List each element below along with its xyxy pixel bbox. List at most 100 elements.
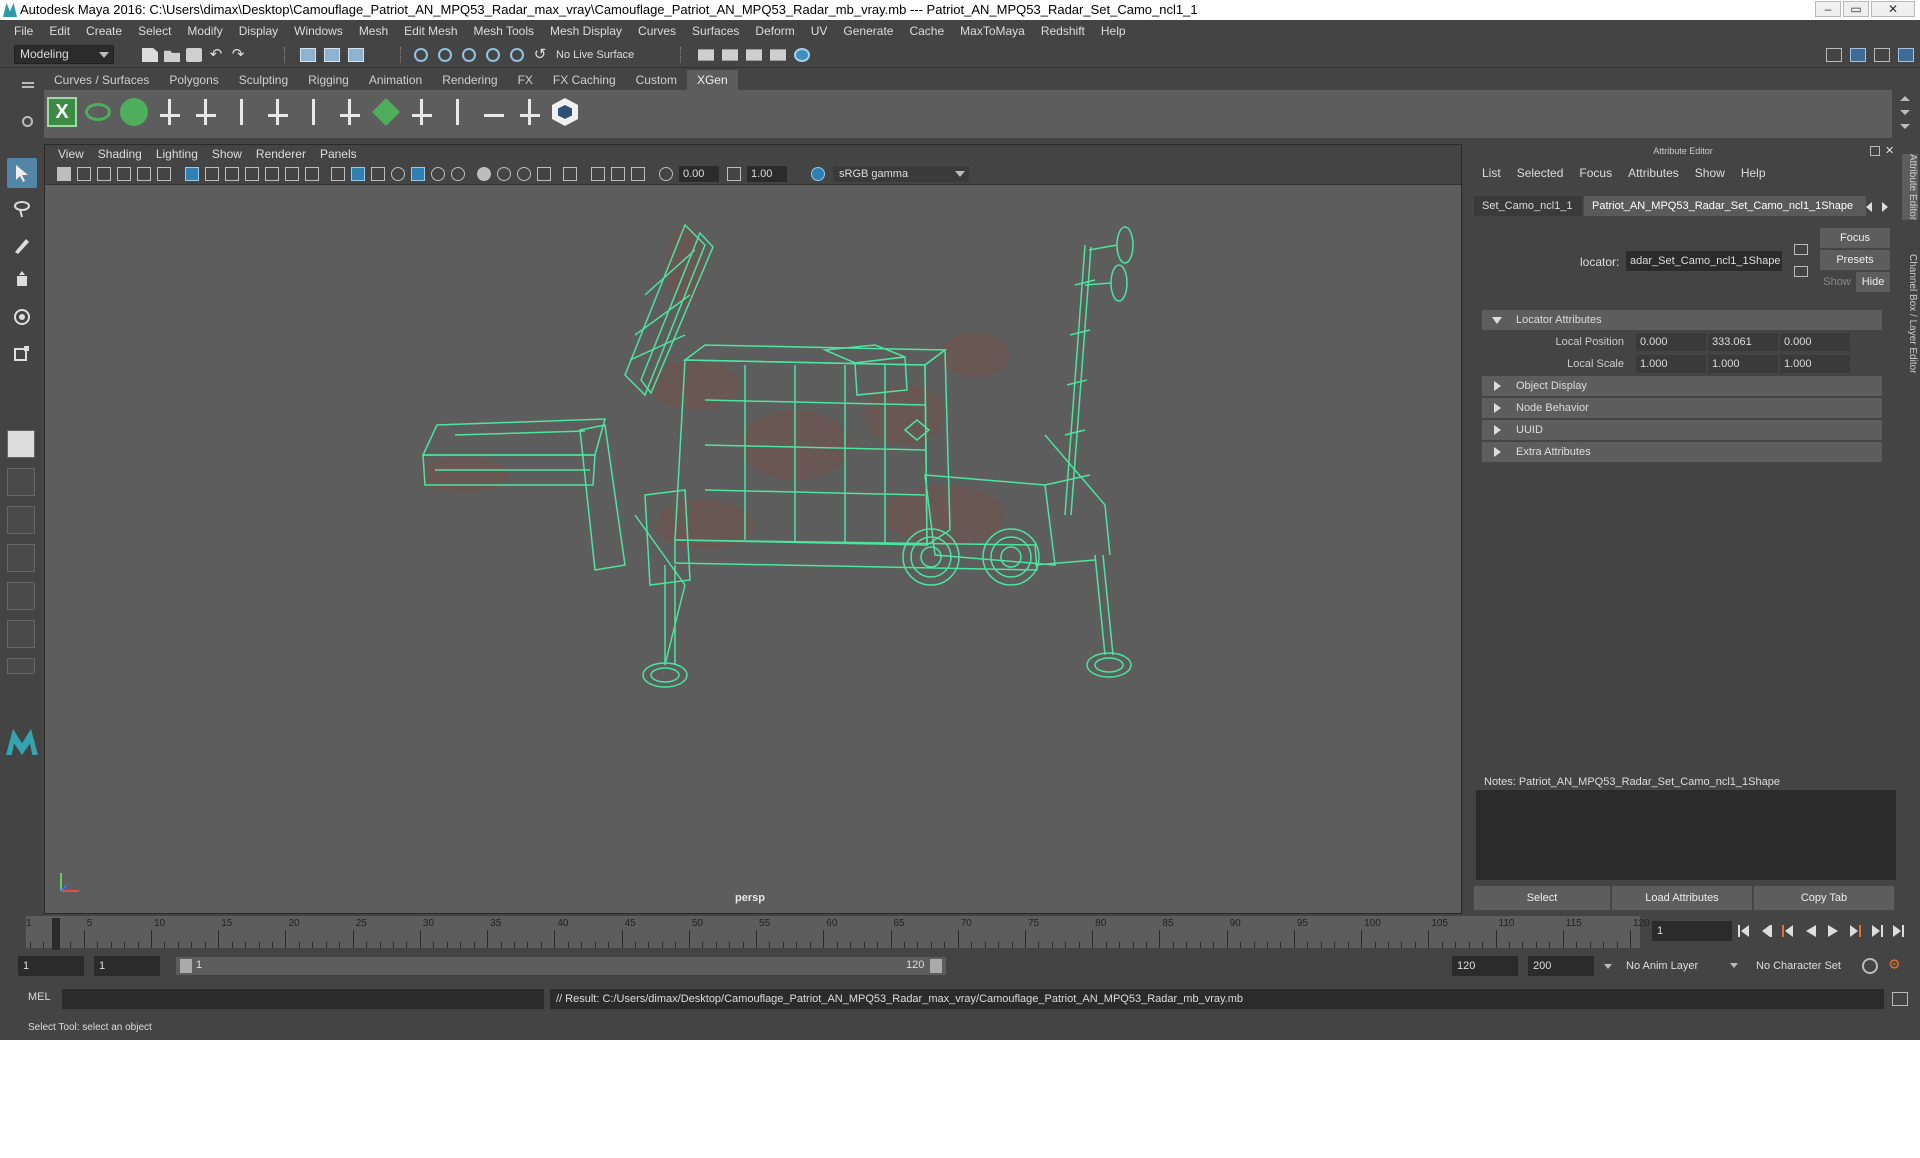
shelf-tab-sculpting[interactable]: Sculpting [228,70,299,90]
select-by-object-icon[interactable] [324,48,340,62]
render-settings-icon[interactable] [770,49,786,61]
persp-outliner-layout-button[interactable] [7,506,35,534]
close-window-button[interactable]: ✕ [1871,1,1915,17]
menu-deform[interactable]: Deform [747,24,802,38]
xgen-guide-cut-icon[interactable] [406,96,438,128]
maximize-button[interactable]: ▭ [1843,1,1869,17]
smooth-shade-icon[interactable] [351,167,365,181]
select-tool[interactable] [7,158,37,188]
view-transform-dropdown[interactable]: sRGB gamma [833,166,969,182]
viewport-menu-shading[interactable]: Shading [91,147,149,161]
xgen-guide-lock-icon[interactable] [298,96,330,128]
chevron-down-icon[interactable] [1604,964,1612,969]
shelf-tab-xgen[interactable]: XGen [686,70,738,90]
shelf-tab-rendering[interactable]: Rendering [432,70,508,90]
open-scene-icon[interactable] [164,50,180,62]
range-bar[interactable]: 1 120 [176,957,946,975]
ae-menu-list[interactable]: List [1474,166,1509,180]
notes-field[interactable] [1476,790,1896,880]
scroll-up-icon[interactable] [1900,96,1910,101]
shelf-scroll[interactable] [1896,92,1914,136]
menu-edit[interactable]: Edit [41,24,78,38]
current-frame-field[interactable]: 1 [1652,921,1732,941]
ae-menu-show[interactable]: Show [1687,166,1733,180]
step-forward-frame-button[interactable] [1848,924,1862,938]
camera-attributes-icon[interactable] [77,167,91,181]
four-view-layout-button[interactable] [7,468,35,496]
textured-icon[interactable] [411,167,425,181]
xgen-layers-icon[interactable] [370,96,402,128]
shelf-tab-rigging[interactable]: Rigging [298,70,359,90]
menu-surfaces[interactable]: Surfaces [684,24,747,38]
screen-space-ao-icon[interactable] [477,167,491,181]
shadows-icon[interactable] [451,167,465,181]
default-material-icon[interactable] [371,167,385,181]
local-scale-y-field[interactable]: 1.000 [1708,355,1778,373]
local-position-x-field[interactable]: 0.000 [1636,333,1706,351]
single-perspective-layout-button[interactable] [7,430,35,458]
menu-select[interactable]: Select [130,24,179,38]
live-surface-label[interactable]: No Live Surface [552,46,652,64]
shelf-tab-fx-caching[interactable]: FX Caching [542,70,626,90]
step-forward-key-button[interactable] [1870,924,1884,938]
viewport-menu-panels[interactable]: Panels [313,147,364,161]
menu-edit-mesh[interactable]: Edit Mesh [396,24,465,38]
menu-curves[interactable]: Curves [630,24,684,38]
shelf-menu-icon[interactable] [22,82,34,84]
perspective-viewport[interactable]: View Shading Lighting Show Renderer Pane… [44,144,1462,914]
viewport-menu-show[interactable]: Show [205,147,249,161]
film-gate-icon[interactable] [205,167,219,181]
viewport-menu-lighting[interactable]: Lighting [149,147,205,161]
script-language-toggle[interactable]: MEL [28,991,51,1003]
anti-aliasing-icon[interactable] [517,167,531,181]
menu-display[interactable]: Display [231,24,286,38]
object-display-section[interactable]: Object Display [1482,376,1882,396]
resolution-gate-icon[interactable] [225,167,239,181]
isolate-select-icon[interactable] [563,167,577,181]
xray-active-icon[interactable] [611,167,625,181]
bookmark-icon[interactable] [97,167,111,181]
motion-blur-icon[interactable] [497,167,511,181]
channel-box-toggle-icon[interactable] [1850,48,1866,62]
hypershade-icon[interactable] [794,48,810,62]
shelf-tab-polygons[interactable]: Polygons [159,70,229,90]
ae-menu-help[interactable]: Help [1733,166,1774,180]
snap-grid-icon[interactable] [414,48,428,62]
menu-file[interactable]: File [6,24,41,38]
scale-tool[interactable] [7,338,37,368]
layout-icon[interactable] [1826,48,1842,62]
exposure-field[interactable]: 0.00 [679,166,719,182]
time-slider-track[interactable]: 1 5 10 15 20 25 30 35 40 45 50 55 60 65 70 75 80 85 90 95 1… [26,916,1650,950]
shelf-gear-icon[interactable] [22,116,33,127]
use-all-lights-icon[interactable] [431,167,445,181]
xgen-guide-add-icon[interactable] [154,96,186,128]
move-tool[interactable] [7,266,37,296]
shelf-tab-custom[interactable]: Custom [625,70,687,90]
ipr-render-icon[interactable] [746,49,762,61]
undo-icon[interactable]: ↶ [208,47,224,62]
hide-button[interactable]: Hide [1856,272,1890,292]
menu-uv[interactable]: UV [803,24,836,38]
xgen-groom-icon[interactable] [442,96,474,128]
ae-tab-shape[interactable]: Patriot_AN_MPQ53_Radar_Set_Camo_ncl1_1Sh… [1584,196,1866,216]
safe-title-icon[interactable] [305,167,319,181]
xgen-guide-sculpt-icon[interactable] [334,96,366,128]
menu-maxtomaya[interactable]: MaxToMaya [952,24,1033,38]
render-view-icon[interactable] [698,49,714,61]
uuid-section[interactable]: UUID [1482,420,1882,440]
tool-settings-toggle-icon[interactable] [1874,48,1890,62]
anim-layer-dropdown[interactable]: No Anim Layer [1620,956,1742,976]
go-to-end-button[interactable] [1892,924,1906,938]
snap-point-icon[interactable] [462,48,476,62]
snap-view-plane-icon[interactable] [486,48,500,62]
locator-attributes-section[interactable]: Locator Attributes [1482,310,1882,330]
side-tab-channel-box[interactable]: Channel Box / Layer Editor [1902,254,1918,374]
lasso-tool[interactable] [7,194,37,224]
menu-redshift[interactable]: Redshift [1033,24,1093,38]
grease-pencil-icon[interactable] [157,167,171,181]
mel-command-input[interactable] [62,989,544,1009]
xgen-guide-length-icon[interactable] [226,96,258,128]
snap-curve-icon[interactable] [438,48,452,62]
redo-icon[interactable]: ↷ [230,47,246,62]
tab-scroll-right-icon[interactable] [1882,202,1888,212]
